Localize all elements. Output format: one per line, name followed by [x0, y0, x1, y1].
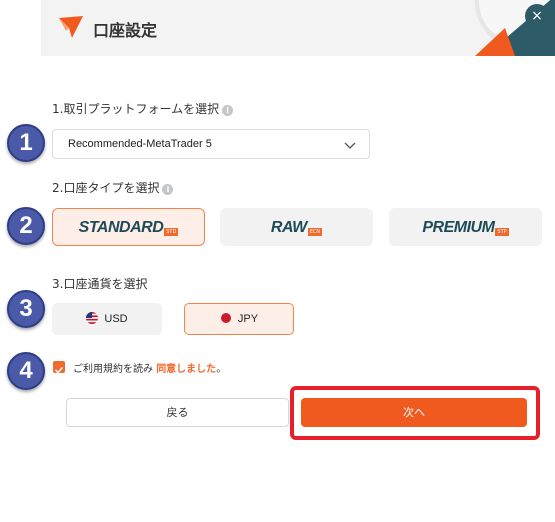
- brand-logo-icon: [59, 16, 83, 38]
- dialog-header: 口座設定: [41, 0, 555, 56]
- account-type-premium[interactable]: PREMIUM STP: [389, 208, 542, 246]
- platform-select[interactable]: Recommended-MetaTrader 5: [52, 129, 370, 159]
- step-badge-4: 4: [7, 352, 45, 390]
- close-button[interactable]: ×: [525, 4, 549, 28]
- back-button[interactable]: 戻る: [66, 398, 289, 427]
- close-icon: ×: [531, 8, 543, 24]
- terms-checkbox[interactable]: [53, 361, 65, 374]
- platform-section-label: 1.取引プラットフォームを選択 i: [52, 100, 234, 117]
- terms-text: ご利用規約を読み 同意しました。: [73, 360, 226, 375]
- step-badge-1: 1: [7, 124, 45, 162]
- dialog-title: 口座設定: [93, 21, 158, 40]
- us-flag-icon: [86, 312, 99, 324]
- info-icon[interactable]: i: [222, 105, 234, 116]
- currency-jpy[interactable]: JPY: [184, 303, 294, 335]
- account-type-name: PREMIUM: [422, 219, 495, 236]
- step-badge-2: 2: [7, 207, 45, 245]
- account-type-tag: ECN: [307, 228, 323, 236]
- terms-suffix: 。: [216, 364, 227, 375]
- currency-usd[interactable]: USD: [52, 303, 162, 335]
- info-icon[interactable]: i: [162, 184, 174, 195]
- chevron-down-icon: [344, 142, 356, 149]
- step-badge-3: 3: [7, 290, 45, 328]
- account-type-standard[interactable]: STANDARD STD: [52, 208, 205, 246]
- terms-prefix: ご利用規約を読み: [73, 364, 157, 375]
- platform-select-value: Recommended-MetaTrader 5: [68, 138, 212, 150]
- account-type-tag: STD: [164, 228, 179, 236]
- terms-agree-link[interactable]: 同意しました: [156, 364, 216, 375]
- currency-section-label: 3.口座通貨を選択: [52, 277, 148, 291]
- account-type-raw[interactable]: RAW ECN: [220, 208, 373, 246]
- next-button[interactable]: 次へ: [301, 398, 527, 427]
- currency-code: USD: [104, 313, 128, 325]
- account-type-name: RAW: [270, 219, 307, 236]
- account-type-label-text: 2.口座タイプを選択: [52, 181, 160, 195]
- jp-flag-icon: [220, 313, 231, 323]
- currency-code: JPY: [237, 313, 259, 325]
- account-type-name: STANDARD: [78, 219, 164, 236]
- account-type-tag: STP: [495, 228, 509, 236]
- platform-label-text: 1.取引プラットフォームを選択: [52, 102, 220, 116]
- checkmark-icon: [54, 366, 64, 374]
- account-type-section-label: 2.口座タイプを選択 i: [52, 179, 174, 196]
